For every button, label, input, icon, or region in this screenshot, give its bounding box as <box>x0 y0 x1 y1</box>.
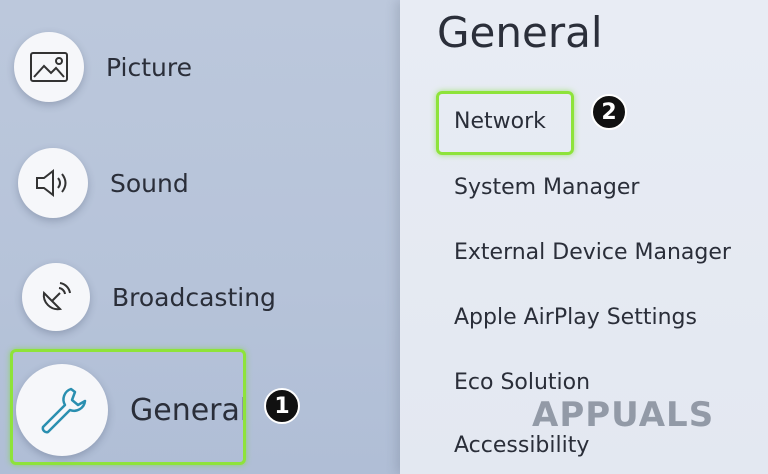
general-highlight-box <box>10 349 246 465</box>
menu-item-picture[interactable]: Picture <box>14 32 192 102</box>
step-2-badge: 2 <box>591 94 627 130</box>
menu-item-label: Sound <box>110 168 189 198</box>
submenu-item-external-device-manager[interactable]: External Device Manager <box>454 240 731 265</box>
submenu-item-apple-airplay-settings[interactable]: Apple AirPlay Settings <box>454 305 697 330</box>
sound-icon <box>18 148 88 218</box>
picture-icon <box>14 32 84 102</box>
settings-category-sidebar: Picture Sound Broadcasting General 1 <box>0 0 400 474</box>
menu-item-label: Picture <box>106 52 192 82</box>
step-1-badge: 1 <box>264 388 300 424</box>
menu-item-label: Broadcasting <box>112 282 276 312</box>
page-title: General <box>437 8 603 57</box>
submenu-item-eco-solution[interactable]: Eco Solution <box>454 370 590 395</box>
appuals-watermark: APPUALS <box>532 395 715 435</box>
menu-item-sound[interactable]: Sound <box>18 148 189 218</box>
menu-item-broadcasting[interactable]: Broadcasting <box>22 263 276 331</box>
broadcasting-icon <box>22 263 90 331</box>
network-highlight-box <box>436 91 574 155</box>
submenu-item-accessibility[interactable]: Accessibility <box>454 433 589 458</box>
submenu-item-system-manager[interactable]: System Manager <box>454 175 639 200</box>
